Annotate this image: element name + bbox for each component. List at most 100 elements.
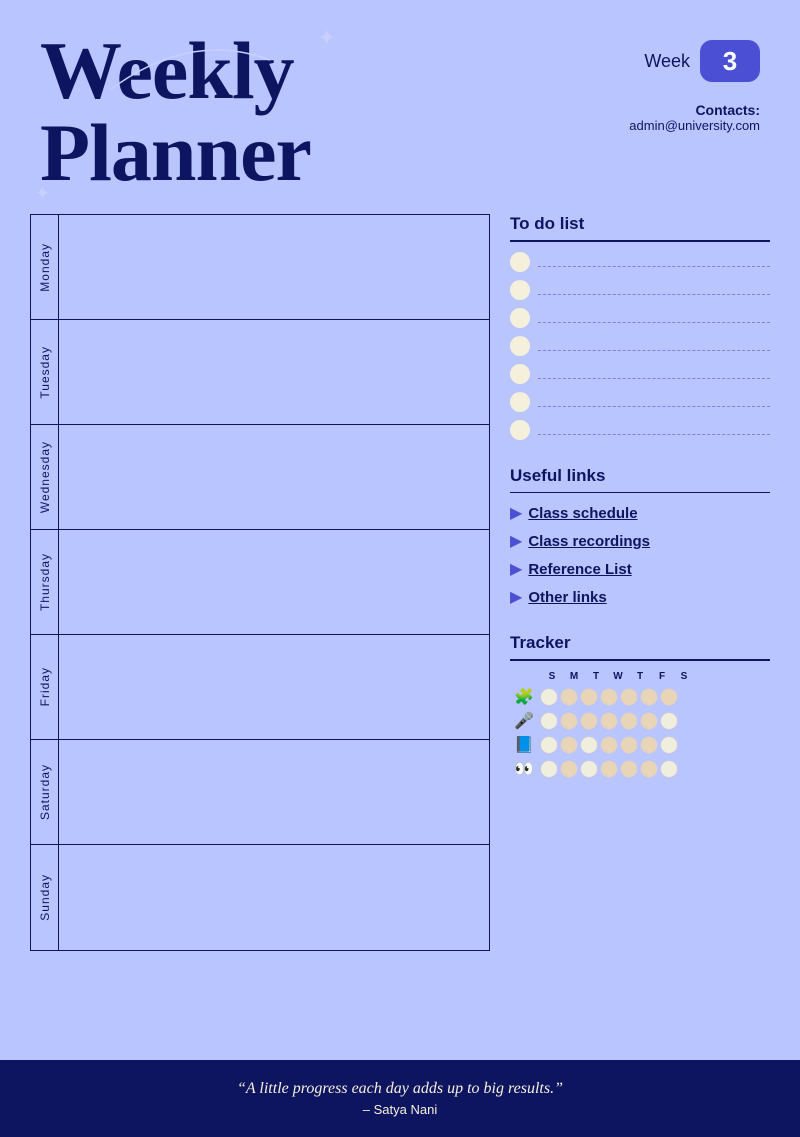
arrow-icon: ▶	[510, 587, 522, 607]
reference-list-link[interactable]: Reference List	[528, 561, 631, 578]
todo-item[interactable]	[510, 336, 770, 356]
day-label-wednesday: Wednesday	[31, 425, 59, 529]
todo-circle	[510, 252, 530, 272]
tracker-dot[interactable]	[660, 760, 678, 778]
tracker-dot[interactable]	[620, 688, 638, 706]
day-content-monday[interactable]	[59, 215, 489, 319]
link-item[interactable]: ▶ Reference List	[510, 559, 770, 579]
links-section: Useful links ▶ Class schedule ▶ Class re…	[510, 466, 770, 616]
right-header: Week 3 Contacts: admin@university.com	[629, 30, 760, 133]
todo-circle	[510, 308, 530, 328]
tracker-dot[interactable]	[640, 736, 658, 754]
week-label: Week	[644, 51, 690, 72]
day-content-tuesday[interactable]	[59, 320, 489, 424]
arrow-icon: ▶	[510, 503, 522, 523]
tracker-dot[interactable]	[640, 760, 658, 778]
tracker-day-t1: T	[586, 671, 606, 682]
day-content-friday[interactable]	[59, 635, 489, 739]
link-item[interactable]: ▶ Class recordings	[510, 531, 770, 551]
tracker-dot[interactable]	[560, 688, 578, 706]
todo-item[interactable]	[510, 392, 770, 412]
day-label-sunday: Sunday	[31, 845, 59, 950]
right-panel: To do list	[510, 214, 770, 951]
tracker-dot[interactable]	[580, 736, 598, 754]
tracker-icon-1: 🧩	[510, 687, 538, 707]
day-content-sunday[interactable]	[59, 845, 489, 950]
tracker-dot[interactable]	[620, 760, 638, 778]
day-label-friday: Friday	[31, 635, 59, 739]
tracker-dot[interactable]	[560, 712, 578, 730]
link-item[interactable]: ▶ Class schedule	[510, 503, 770, 523]
arrow-icon: ▶	[510, 559, 522, 579]
tracker-dot[interactable]	[620, 712, 638, 730]
tracker-row-2: 🎤	[510, 711, 770, 731]
day-label-thursday: Thursday	[31, 530, 59, 634]
todo-item[interactable]	[510, 252, 770, 272]
day-label-tuesday: Tuesday	[31, 320, 59, 424]
tracker-dot[interactable]	[660, 712, 678, 730]
tracker-days-header: S M T W T F S	[510, 671, 770, 682]
title-block: ✦ ✦ Weekly Planner	[40, 30, 311, 194]
todo-item[interactable]	[510, 364, 770, 384]
link-item[interactable]: ▶ Other links	[510, 587, 770, 607]
tracker-dot[interactable]	[640, 712, 658, 730]
tracker-dot[interactable]	[540, 736, 558, 754]
tracker-dot[interactable]	[580, 760, 598, 778]
tracker-row-1: 🧩	[510, 687, 770, 707]
week-number-badge: 3	[700, 40, 760, 82]
tracker-row-3: 📘	[510, 735, 770, 755]
tracker-dot[interactable]	[600, 760, 618, 778]
arrow-icon: ▶	[510, 531, 522, 551]
tracker-icon-3: 📘	[510, 735, 538, 755]
todo-circle	[510, 392, 530, 412]
tracker-dot[interactable]	[600, 736, 618, 754]
footer-author: – Satya Nani	[40, 1102, 760, 1117]
tracker-dot[interactable]	[660, 736, 678, 754]
tracker-dot[interactable]	[600, 712, 618, 730]
tracker-dot[interactable]	[600, 688, 618, 706]
tracker-dot[interactable]	[540, 760, 558, 778]
tracker-dot[interactable]	[560, 760, 578, 778]
tracker-row-4: 👀	[510, 759, 770, 779]
tracker-dot[interactable]	[580, 688, 598, 706]
todo-line	[538, 257, 770, 267]
day-label-monday: Monday	[31, 215, 59, 319]
day-label-saturday: Saturday	[31, 740, 59, 844]
tracker-dot[interactable]	[640, 688, 658, 706]
other-links-link[interactable]: Other links	[528, 589, 606, 606]
day-row: Friday	[31, 635, 489, 740]
tracker-dot[interactable]	[580, 712, 598, 730]
tracker-title: Tracker	[510, 633, 770, 653]
todo-circle	[510, 420, 530, 440]
tracker-day-f: F	[652, 671, 672, 682]
class-recordings-link[interactable]: Class recordings	[528, 533, 650, 550]
todo-circle	[510, 280, 530, 300]
star-top-icon: ✦	[317, 25, 335, 51]
todo-line	[538, 425, 770, 435]
tracker-day-m: M	[564, 671, 584, 682]
tracker-dot[interactable]	[540, 688, 558, 706]
week-row: Week 3	[629, 40, 760, 82]
todo-circle	[510, 364, 530, 384]
tracker-section: Tracker S M T W T F S 🧩	[510, 633, 770, 783]
tracker-dot[interactable]	[540, 712, 558, 730]
class-schedule-link[interactable]: Class schedule	[528, 505, 637, 522]
day-content-wednesday[interactable]	[59, 425, 489, 529]
tracker-day-s1: S	[542, 671, 562, 682]
tracker-divider	[510, 659, 770, 661]
tracker-icon-4: 👀	[510, 759, 538, 779]
todo-item[interactable]	[510, 280, 770, 300]
links-title: Useful links	[510, 466, 770, 486]
todo-line	[538, 369, 770, 379]
day-row: Saturday	[31, 740, 489, 845]
day-content-saturday[interactable]	[59, 740, 489, 844]
todo-item[interactable]	[510, 308, 770, 328]
tracker-day-s2: S	[674, 671, 694, 682]
day-content-thursday[interactable]	[59, 530, 489, 634]
schedule-grid: Monday Tuesday Wednesday Thursday Friday…	[30, 214, 490, 951]
todo-title: To do list	[510, 214, 770, 234]
tracker-dot[interactable]	[560, 736, 578, 754]
tracker-dot[interactable]	[620, 736, 638, 754]
tracker-dot[interactable]	[660, 688, 678, 706]
todo-item[interactable]	[510, 420, 770, 440]
